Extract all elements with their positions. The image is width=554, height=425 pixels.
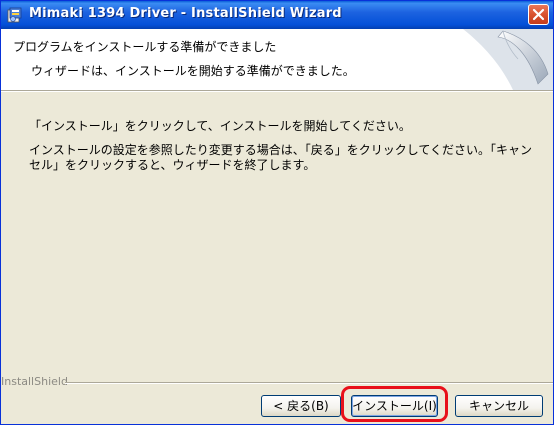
title-bar[interactable]: Mimaki 1394 Driver - InstallShield Wizar… — [1, 1, 553, 29]
back-button[interactable]: < 戻る(B) — [261, 395, 341, 417]
header-title: プログラムをインストールする準備ができました — [13, 40, 277, 54]
cancel-button[interactable]: キャンセル — [455, 395, 543, 417]
header-subtitle: ウィザードは、インストールを開始する準備ができました。 — [31, 64, 355, 78]
install-button-highlight — [341, 386, 448, 422]
close-button[interactable] — [528, 4, 549, 25]
description-text: インストールの設定を参照したり変更する場合は、「戻る」をクリックしてください。「… — [29, 143, 533, 172]
installer-icon — [7, 7, 22, 23]
installshield-label: InstallShield — [1, 375, 68, 388]
wizard-header: プログラムをインストールする準備ができました ウィザードは、インストールを開始す… — [1, 29, 553, 90]
footer-divider — [65, 382, 553, 384]
wizard-graphic-icon — [463, 29, 553, 90]
header-divider — [1, 90, 553, 92]
installer-window: Mimaki 1394 Driver - InstallShield Wizar… — [0, 0, 554, 425]
window-title: Mimaki 1394 Driver - InstallShield Wizar… — [29, 6, 342, 21]
close-icon — [532, 8, 545, 21]
instruction-text: 「インストール」をクリックして、インストールを開始してください。 — [29, 119, 411, 133]
